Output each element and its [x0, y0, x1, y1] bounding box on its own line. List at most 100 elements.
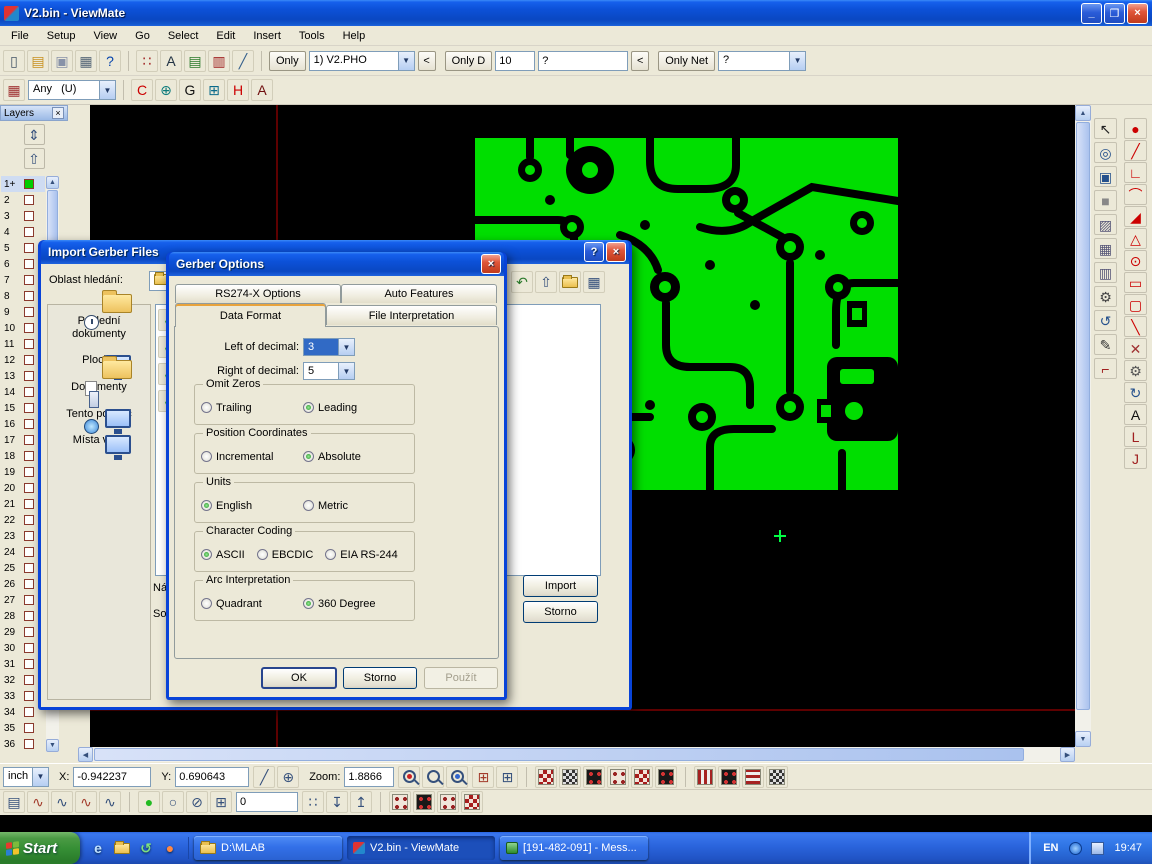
place-network[interactable]: Místa v síti	[48, 434, 150, 447]
layer-color-swatch[interactable]	[24, 371, 34, 381]
filled-square-icon[interactable]: ■	[1094, 190, 1117, 211]
zoom-out-icon[interactable]	[422, 766, 444, 788]
layer-stack-icon[interactable]: ▤	[3, 791, 25, 813]
layer-color-swatch[interactable]	[24, 403, 34, 413]
internet-explorer-icon[interactable]: e	[88, 837, 108, 859]
layer-combobox[interactable]: 1) V2.PHO ▼	[309, 51, 415, 71]
layer-color-swatch[interactable]	[24, 675, 34, 685]
clock[interactable]: 19:47	[1114, 842, 1142, 854]
rotate-ccw-icon[interactable]: ↺	[1094, 310, 1117, 331]
prev-layer-button[interactable]: <	[418, 51, 436, 71]
layer-color-swatch[interactable]	[24, 659, 34, 669]
layer-color-swatch[interactable]	[24, 467, 34, 477]
net-pattern-3-icon[interactable]	[437, 791, 459, 813]
scrollbar-thumb[interactable]	[1076, 122, 1090, 710]
scroll-down-icon[interactable]: ▼	[1075, 731, 1091, 747]
chevron-down-icon[interactable]: ▼	[789, 52, 805, 70]
pads-icon[interactable]: ▦	[1094, 238, 1117, 259]
scroll-left-icon[interactable]: ◀	[78, 747, 93, 762]
import-button[interactable]: Import	[523, 575, 598, 597]
text-icon[interactable]: A	[1124, 404, 1147, 425]
chevron-down-icon[interactable]: ▼	[99, 81, 115, 99]
pad-pattern-6-icon[interactable]	[655, 766, 677, 788]
menu-select[interactable]: Select	[159, 28, 208, 44]
wave-3-icon[interactable]: ∿	[75, 791, 97, 813]
layer-color-swatch[interactable]	[24, 339, 34, 349]
gerber-dialog-titlebar[interactable]: Gerber Options ×	[169, 252, 504, 276]
layer-color-swatch[interactable]	[24, 291, 34, 301]
layer-color-swatch[interactable]	[24, 643, 34, 653]
menu-edit[interactable]: Edit	[207, 28, 244, 44]
layer-color-swatch[interactable]	[24, 259, 34, 269]
print-icon[interactable]: ▦	[75, 50, 97, 72]
layer-color-swatch[interactable]	[24, 611, 34, 621]
circle-icon[interactable]: ⊙	[1124, 250, 1147, 271]
quick-folder-icon[interactable]	[112, 837, 132, 859]
rotate-cw-icon[interactable]: ↻	[1124, 382, 1147, 403]
layer-color-swatch[interactable]	[24, 195, 34, 205]
wave-2-icon[interactable]: ∿	[51, 791, 73, 813]
layer-color-swatch[interactable]	[24, 595, 34, 605]
scroll-up-icon[interactable]: ▲	[1075, 105, 1091, 121]
radio-metric[interactable]: Metric	[303, 500, 393, 512]
radio-ascii[interactable]: ASCII	[201, 549, 245, 561]
rect-icon[interactable]: ▭	[1124, 272, 1147, 293]
outline-rect-icon[interactable]: ▢	[1124, 294, 1147, 315]
probe-off-icon[interactable]: ⊘	[186, 791, 208, 813]
status-light-icon[interactable]: ●	[138, 791, 160, 813]
radio-eia-rs-244[interactable]: EIA RS-244	[325, 549, 397, 561]
chevron-down-icon[interactable]: ▼	[338, 339, 354, 355]
pointer-icon[interactable]: ↖	[1094, 118, 1117, 139]
menu-file[interactable]: File	[2, 28, 38, 44]
layer-top-icon[interactable]: ⇧	[24, 148, 45, 169]
x-coordinate-input[interactable]	[73, 767, 151, 787]
layer-row-36[interactable]: 36	[1, 736, 45, 752]
fill-polygon-icon[interactable]: ◢	[1124, 206, 1147, 227]
new-file-icon[interactable]: ▯	[3, 50, 25, 72]
grid-snap2-icon[interactable]: ⊞	[496, 766, 518, 788]
table-icon[interactable]: ▥	[1094, 262, 1117, 283]
menu-setup[interactable]: Setup	[38, 28, 85, 44]
menu-view[interactable]: View	[84, 28, 126, 44]
corner-icon[interactable]: ⌐	[1094, 358, 1117, 379]
restore-button[interactable]: ❐	[1104, 3, 1125, 24]
only-dcode-toggle[interactable]: Only D	[445, 51, 493, 71]
layer-color-swatch[interactable]	[24, 179, 34, 189]
y-coordinate-input[interactable]	[175, 767, 249, 787]
layer-color-swatch[interactable]	[24, 563, 34, 573]
scroll-up-icon[interactable]: ▲	[46, 176, 59, 189]
layer-color-swatch[interactable]	[24, 323, 34, 333]
c-command-icon[interactable]: C	[131, 79, 153, 101]
j-shape-icon[interactable]: J	[1124, 448, 1147, 469]
measure-icon[interactable]: ╱	[232, 50, 254, 72]
pad-pattern-3-icon[interactable]	[583, 766, 605, 788]
pad-pattern-5-icon[interactable]	[631, 766, 653, 788]
views-icon[interactable]: ▦	[583, 271, 605, 293]
layer-color-swatch[interactable]	[24, 627, 34, 637]
new-folder-icon[interactable]	[559, 271, 581, 293]
grid-snap-icon[interactable]: ⊞	[203, 79, 225, 101]
browser-icon[interactable]: ●	[160, 837, 180, 859]
save-icon[interactable]: ▣	[51, 50, 73, 72]
radio-ebcdic[interactable]: EBCDIC	[257, 549, 314, 561]
trace-pattern-3-icon[interactable]	[742, 766, 764, 788]
mirror-icon[interactable]: △	[1124, 228, 1147, 249]
canvas-vertical-scrollbar[interactable]: ▲ ▼	[1075, 105, 1091, 747]
start-button[interactable]: Start	[0, 832, 80, 864]
layer-color-swatch[interactable]	[24, 275, 34, 285]
net-pattern-1-icon[interactable]	[389, 791, 411, 813]
layer-color-swatch[interactable]	[24, 435, 34, 445]
net-pattern-4-icon[interactable]	[461, 791, 483, 813]
trace-pattern-1-icon[interactable]	[694, 766, 716, 788]
menu-tools[interactable]: Tools	[290, 28, 334, 44]
close-icon[interactable]: ×	[606, 242, 626, 262]
any-filter-combobox[interactable]: Any (U) ▼	[28, 80, 116, 100]
g-command-icon[interactable]: G	[179, 79, 201, 101]
canvas-horizontal-scrollbar[interactable]: ◀ ▶	[78, 747, 1075, 762]
refresh-arrows-icon[interactable]: ↺	[136, 837, 156, 859]
layer-color-swatch[interactable]	[24, 483, 34, 493]
probe-icon[interactable]: ○	[162, 791, 184, 813]
anchor-up-icon[interactable]: ↥	[350, 791, 372, 813]
l-shape-icon[interactable]: L	[1124, 426, 1147, 447]
only-net-toggle[interactable]: Only Net	[658, 51, 715, 71]
